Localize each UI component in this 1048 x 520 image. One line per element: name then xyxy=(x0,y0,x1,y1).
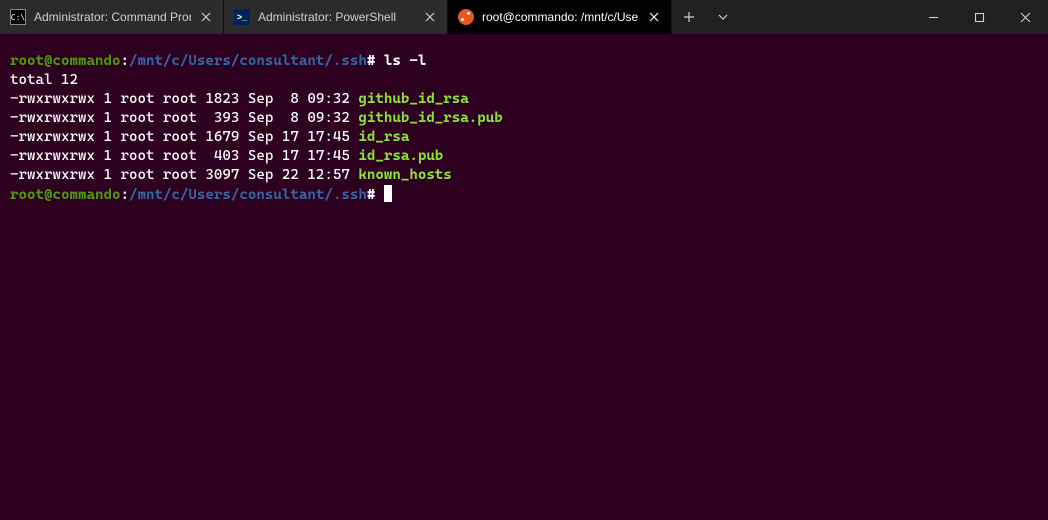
file-name: id_rsa xyxy=(358,129,409,145)
ubuntu-icon xyxy=(458,9,474,25)
file-name: id_rsa.pub xyxy=(358,148,443,164)
file-name: known_hosts xyxy=(358,167,451,183)
titlebar: C:\ Administrator: Command Promp >_ Admi… xyxy=(0,0,1048,34)
tab-powershell[interactable]: >_ Administrator: PowerShell xyxy=(224,0,448,34)
tab-label: root@commando: /mnt/c/Users xyxy=(482,10,639,24)
terminal-line: total 12 xyxy=(10,71,1038,90)
terminal-line: root@commando:/mnt/c/Users/consultant/.s… xyxy=(10,52,1038,71)
file-listing-row: -rwxrwxrwx 1 root root 393 Sep 8 09:32 g… xyxy=(10,109,1038,128)
file-listing-row: -rwxrwxrwx 1 root root 1679 Sep 17 17:45… xyxy=(10,128,1038,147)
prompt-colon: : xyxy=(120,187,129,203)
file-name: github_id_rsa xyxy=(358,91,468,107)
close-icon[interactable] xyxy=(199,10,213,24)
tab-ubuntu[interactable]: root@commando: /mnt/c/Users xyxy=(448,0,672,34)
tab-label: Administrator: PowerShell xyxy=(258,10,415,24)
titlebar-rest xyxy=(672,0,1048,34)
tab-label: Administrator: Command Promp xyxy=(34,10,191,24)
file-listing-row: -rwxrwxrwx 1 root root 1823 Sep 8 09:32 … xyxy=(10,90,1038,109)
file-name: github_id_rsa.pub xyxy=(358,110,502,126)
window-controls xyxy=(910,0,1048,34)
prompt-colon: : xyxy=(120,53,129,69)
prompt-symbol: # xyxy=(367,187,376,203)
prompt-path: /mnt/c/Users/consultant/.ssh xyxy=(129,187,367,203)
minimize-button[interactable] xyxy=(910,0,956,34)
prompt-symbol: # xyxy=(367,53,376,69)
prompt-user-host: root@commando xyxy=(10,53,120,69)
close-window-button[interactable] xyxy=(1002,0,1048,34)
tab-dropdown-button[interactable] xyxy=(706,0,740,34)
command-text: ls -l xyxy=(384,53,426,69)
powershell-icon: >_ xyxy=(234,9,250,25)
prompt-path: /mnt/c/Users/consultant/.ssh xyxy=(129,53,367,69)
cursor xyxy=(384,185,392,202)
terminal[interactable]: root@commando:/mnt/c/Users/consultant/.s… xyxy=(0,34,1048,520)
maximize-button[interactable] xyxy=(956,0,1002,34)
prompt-user-host: root@commando xyxy=(10,187,120,203)
file-listing-row: -rwxrwxrwx 1 root root 403 Sep 17 17:45 … xyxy=(10,147,1038,166)
close-icon[interactable] xyxy=(647,10,661,24)
file-listing-row: -rwxrwxrwx 1 root root 3097 Sep 22 12:57… xyxy=(10,166,1038,185)
close-icon[interactable] xyxy=(423,10,437,24)
tab-cmd[interactable]: C:\ Administrator: Command Promp xyxy=(0,0,224,34)
terminal-line: root@commando:/mnt/c/Users/consultant/.s… xyxy=(10,185,1038,205)
cmd-icon: C:\ xyxy=(10,9,26,25)
new-tab-button[interactable] xyxy=(672,0,706,34)
